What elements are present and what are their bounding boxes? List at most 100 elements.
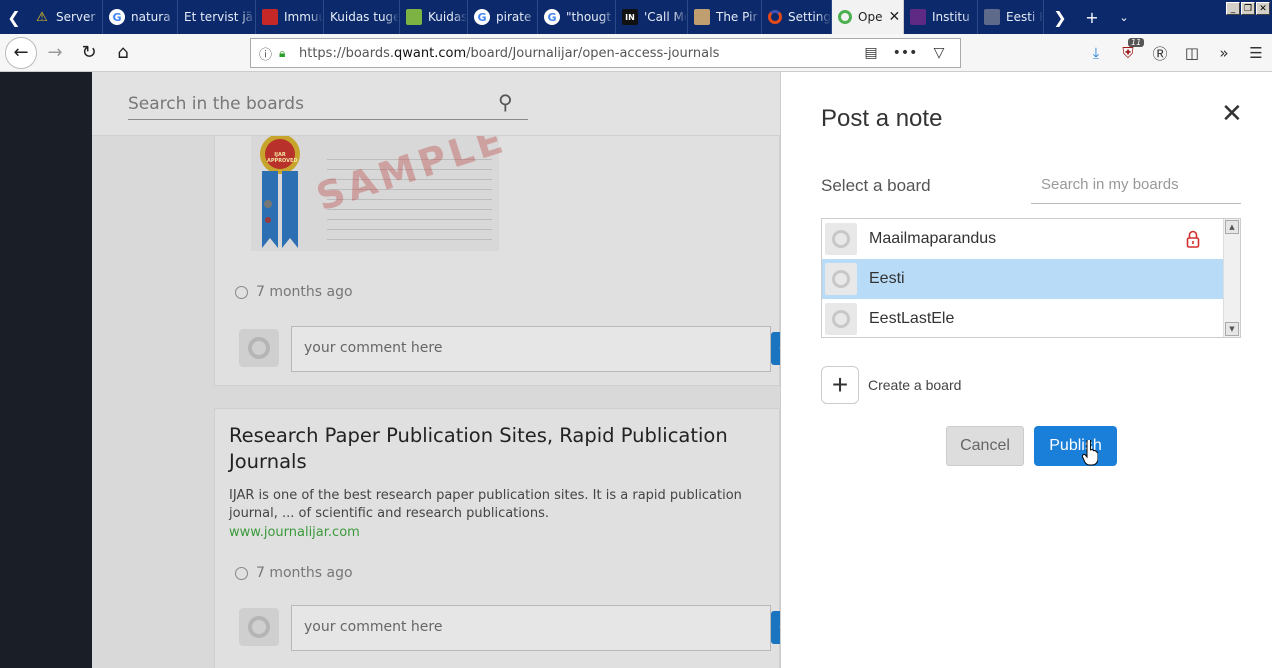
google-icon: G: [544, 9, 560, 25]
info-icon[interactable]: ⓘ: [259, 44, 273, 63]
url-text[interactable]: https://boards.qwant.com/board/Journalij…: [299, 46, 719, 61]
panel-title: Post a note: [821, 105, 943, 132]
browser-tab[interactable]: ⚠ Server: [28, 0, 103, 34]
site-icon: [406, 9, 422, 25]
board-option-maailmaparandus[interactable]: Maailmaparandus: [822, 219, 1224, 259]
forward-arrow-icon[interactable]: →: [39, 37, 71, 69]
tab-scroll-left-icon[interactable]: ❮: [0, 0, 28, 34]
tab-fade: [673, 0, 687, 34]
board-name: Eesti: [869, 270, 905, 287]
comment-button[interactable]: Com: [771, 611, 780, 644]
note-link[interactable]: www.journalijar.com: [229, 525, 360, 540]
extension-w-icon[interactable]: Ⓡ: [1144, 43, 1176, 64]
browser-tab[interactable]: Gnatura: [103, 0, 178, 34]
tab-scroll-right-icon[interactable]: ❯: [1044, 8, 1076, 27]
url-path: /board/Journalijar/open-access-journals: [466, 45, 720, 61]
browser-tab[interactable]: Institu: [904, 0, 978, 34]
comment-button[interactable]: Com: [771, 332, 780, 365]
browser-tab[interactable]: Immuu: [256, 0, 324, 34]
tab-fade: [963, 0, 977, 34]
comment-input[interactable]: your comment here: [291, 326, 771, 372]
pocket-icon[interactable]: ▽: [922, 45, 956, 61]
address-bar-actions: ▤ ••• ▽: [854, 39, 956, 67]
tab-fade: [241, 0, 255, 34]
time-ago-text: 7 months ago: [256, 284, 353, 300]
sidebar-icon[interactable]: ◫: [1176, 44, 1208, 62]
scroll-down-icon[interactable]: ▼: [1225, 322, 1239, 336]
back-arrow-icon[interactable]: ←: [5, 36, 37, 69]
time-ago: 7 months ago: [235, 565, 353, 581]
board-search-input[interactable]: Search in the boards: [128, 88, 528, 120]
scroll-up-icon[interactable]: ▲: [1225, 220, 1239, 234]
tab-fade: [385, 0, 399, 34]
google-icon: G: [474, 9, 490, 25]
qwant-icon: [838, 10, 852, 24]
search-icon[interactable]: ⚲: [498, 90, 513, 114]
close-icon[interactable]: ✕: [1221, 101, 1243, 127]
comment-input[interactable]: your comment here: [291, 605, 771, 651]
note-description: IJAR is one of the best research paper p…: [229, 488, 742, 521]
window-close-icon[interactable]: ✕: [1256, 2, 1270, 15]
time-ago-text: 7 months ago: [256, 565, 353, 581]
tab-fade: [523, 0, 537, 34]
page: IJAR APPROVED SAMPLE 7 months ago your c…: [0, 72, 1272, 668]
board-avatar-icon: [825, 263, 857, 295]
board-avatar-icon: [825, 303, 857, 335]
browser-tab[interactable]: Et tervist jä: [178, 0, 256, 34]
address-bar[interactable]: ⓘ 🔒︎ https://boards.qwant.com/board/Jour…: [250, 38, 961, 68]
browser-tab[interactable]: Eesti R: [978, 0, 1044, 34]
board-option-eestlastele[interactable]: EestLastEle: [822, 299, 1224, 337]
browser-tab[interactable]: Kuidas tuge: [324, 0, 400, 34]
create-board-button[interactable]: + Create a board: [821, 366, 961, 404]
browser-tab[interactable]: IN 'Call Me: [616, 0, 688, 34]
board-option-eesti[interactable]: Eesti: [822, 259, 1224, 299]
browser-tab[interactable]: Ope ✕: [832, 0, 904, 34]
tab-list-chevron-icon[interactable]: ⌄: [1108, 11, 1140, 24]
publish-button[interactable]: Publish: [1034, 426, 1117, 466]
restore-icon[interactable]: ❐: [1241, 2, 1255, 15]
site-icon: [984, 9, 1000, 25]
board-name: Maailmaparandus: [869, 230, 997, 247]
avatar: [239, 329, 279, 367]
hamburger-menu-icon[interactable]: ☰: [1240, 44, 1272, 62]
more-actions-icon[interactable]: •••: [888, 45, 922, 61]
warning-icon: ⚠: [36, 9, 48, 25]
avatar: [239, 608, 279, 646]
my-boards-search-input[interactable]: Search in my boards: [1031, 170, 1241, 204]
select-board-label: Select a board: [821, 176, 931, 195]
cancel-button[interactable]: Cancel: [946, 426, 1024, 466]
ublock-icon[interactable]: ⛨ 11: [1112, 38, 1145, 62]
site-icon: [694, 9, 710, 25]
browser-tab[interactable]: The Pir: [688, 0, 762, 34]
tab-strip: ⚠ Server Gnatura Et tervist jä Immuu Kuidas t…: [28, 0, 1044, 34]
new-tab-icon[interactable]: +: [1076, 8, 1108, 27]
settings-color-icon: [768, 10, 782, 24]
tab-fade: [163, 0, 177, 34]
blocked-count-badge: 11: [1128, 38, 1145, 47]
download-icon[interactable]: ⤓: [1080, 44, 1112, 62]
board-list-scrollbar[interactable]: ▲ ▼: [1223, 219, 1240, 337]
browser-tab[interactable]: Gpirate l: [468, 0, 538, 34]
url-prefix: https://boards.: [299, 45, 395, 61]
certificate-image[interactable]: IJAR APPROVED SAMPLE: [251, 117, 512, 251]
tab-fade: [817, 0, 831, 34]
browser-tab[interactable]: Kuidas: [400, 0, 468, 34]
reader-view-icon[interactable]: ▤: [854, 45, 888, 61]
tab-fade: [88, 0, 102, 34]
board-name: EestLastEle: [869, 310, 955, 327]
comment-row: your comment here Com: [237, 326, 780, 372]
tab-fade: [453, 0, 467, 34]
tab-tools: ❯ + ⌄: [1044, 8, 1140, 27]
in-icon: IN: [622, 9, 638, 25]
overflow-chevron-icon[interactable]: »: [1208, 44, 1240, 62]
note-title[interactable]: Research Paper Publication Sites, Rapid …: [229, 423, 749, 475]
minimize-icon[interactable]: _: [1226, 2, 1240, 15]
browser-tab[interactable]: G "thougt: [538, 0, 616, 34]
tab-close-icon[interactable]: ✕: [888, 9, 900, 25]
reload-icon[interactable]: ↻: [73, 37, 105, 69]
home-icon[interactable]: ⌂: [107, 37, 139, 69]
browser-tab[interactable]: Setting: [762, 0, 832, 34]
tab-bar: ❮ ⚠ Server Gnatura Et tervist jä Immuu Kuidas…: [0, 0, 1272, 34]
toolbar-right: ⤓ ⛨ 11 Ⓡ ◫ » ☰: [1080, 34, 1272, 72]
create-board-label: Create a board: [868, 377, 962, 393]
